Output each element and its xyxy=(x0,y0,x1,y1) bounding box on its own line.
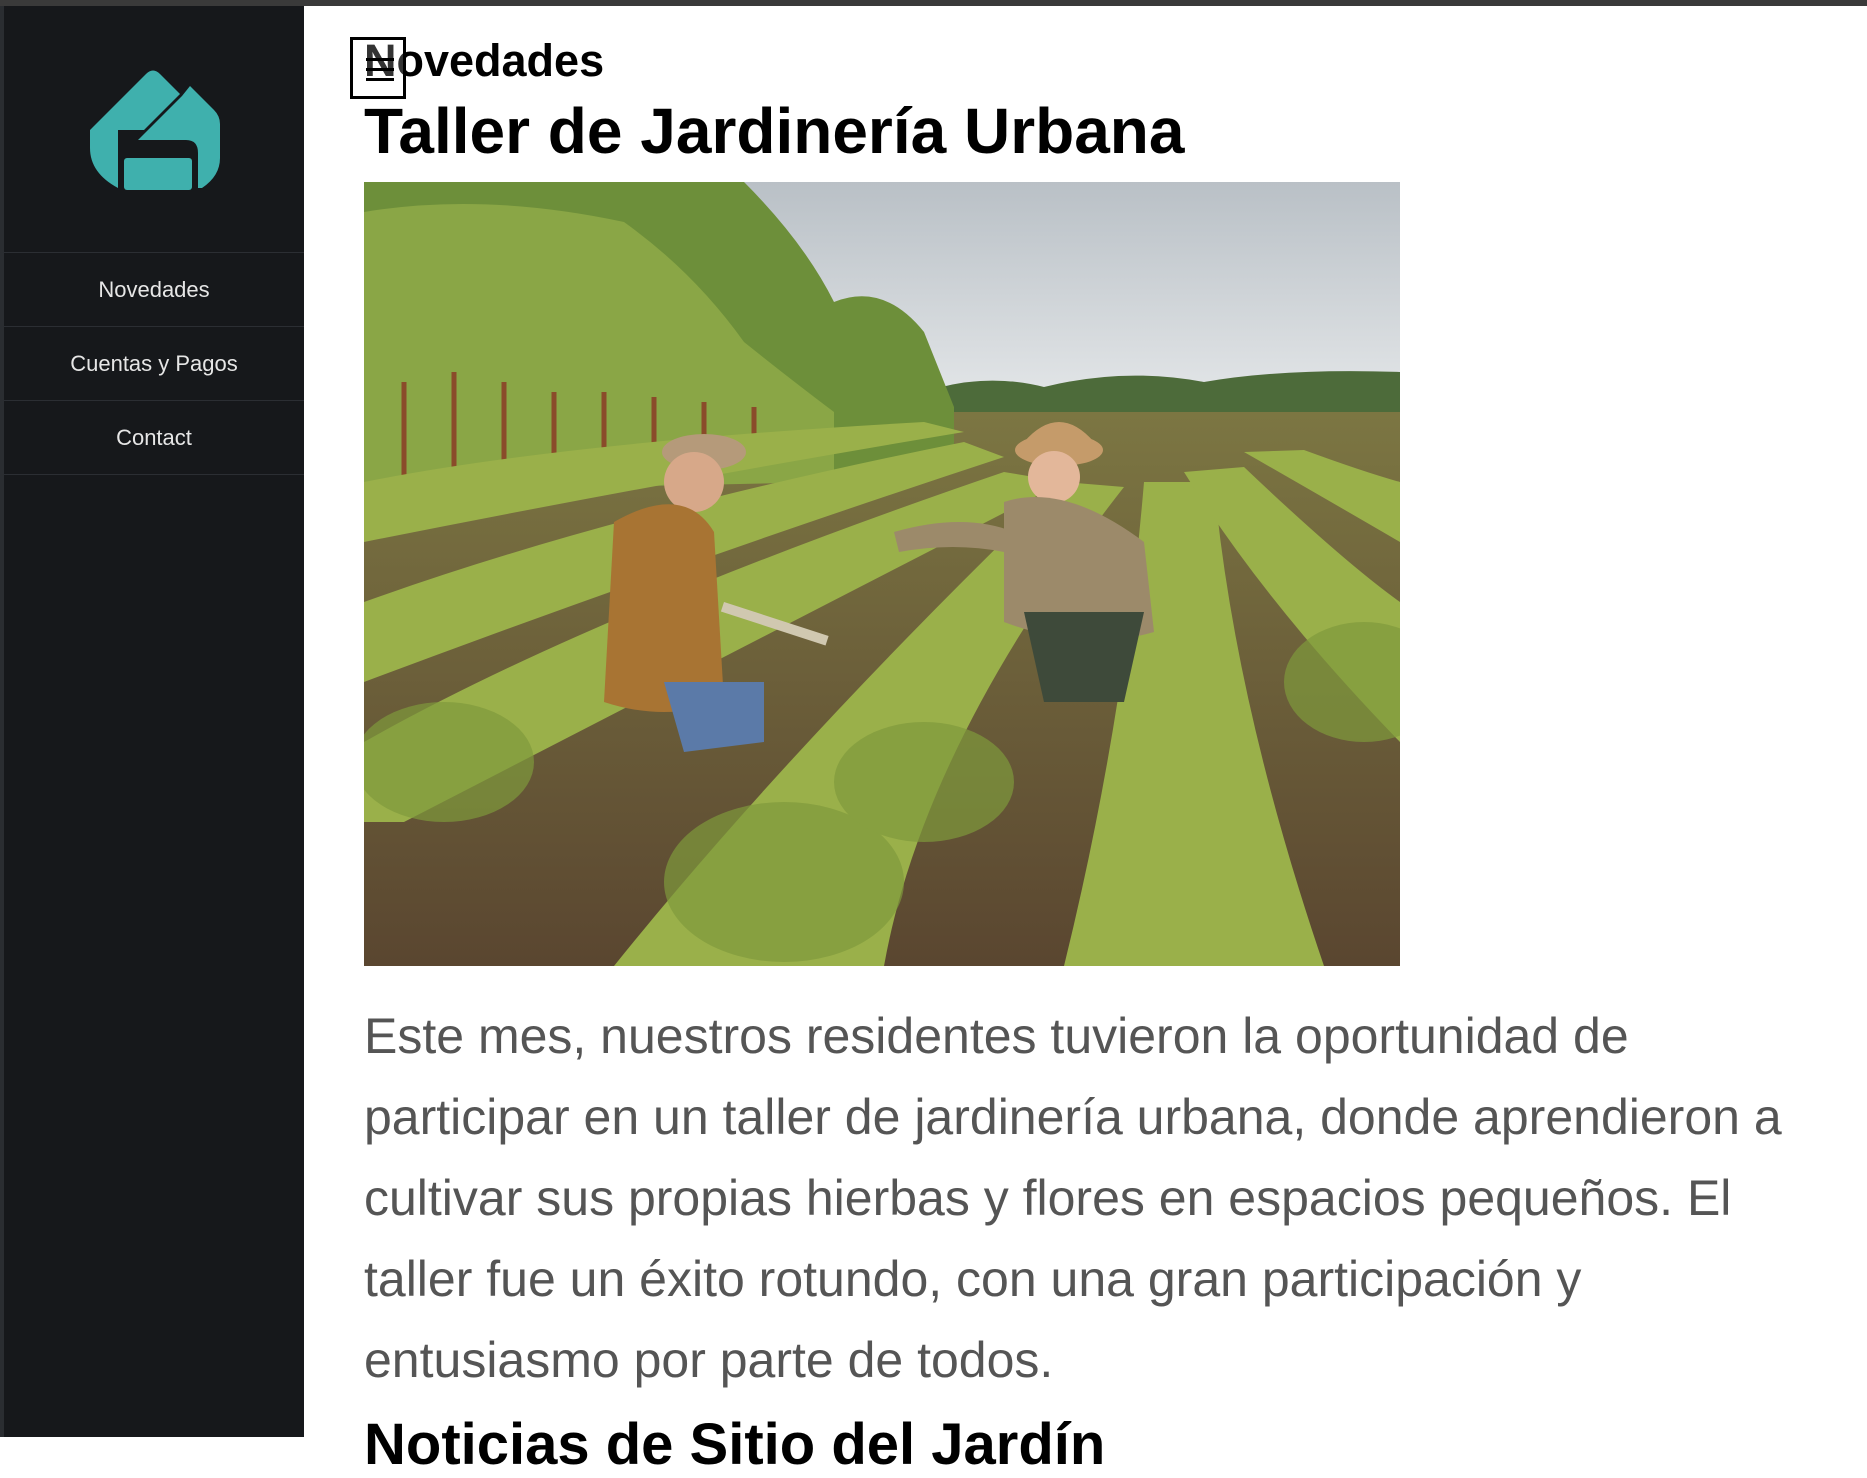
sidebar: Novedades Cuentas y Pagos Contact xyxy=(0,6,304,1437)
sidebar-item-contact[interactable]: Contact xyxy=(4,401,304,475)
article-photo xyxy=(364,182,1400,966)
sidebar-nav: Novedades Cuentas y Pagos Contact xyxy=(4,252,304,475)
next-article-title: Noticias de Sitio del Jardín xyxy=(364,1412,1106,1477)
house-logo-icon[interactable] xyxy=(78,58,228,208)
sidebar-item-cuentas-y-pagos[interactable]: Cuentas y Pagos xyxy=(4,327,304,401)
article-title: Taller de Jardinería Urbana xyxy=(364,95,1185,167)
article-body: Este mes, nuestros residentes tuvieron l… xyxy=(364,1008,1782,1388)
sidebar-item-novedades[interactable]: Novedades xyxy=(4,253,304,327)
hamburger-menu-icon[interactable] xyxy=(350,37,406,99)
